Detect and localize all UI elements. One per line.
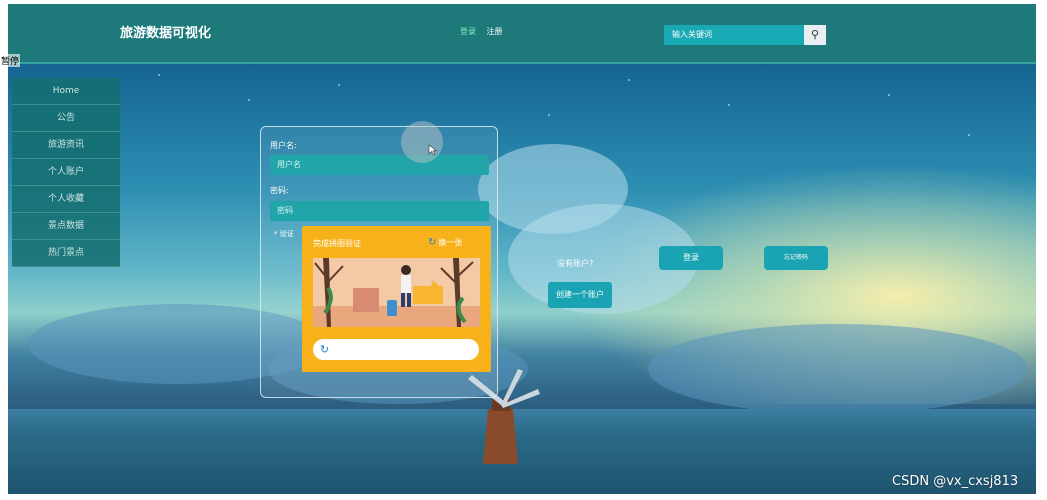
sidebar-item-hot-spots[interactable]: 热门景点 (12, 240, 120, 267)
pause-label: 暂停 (0, 54, 21, 67)
captcha-slider[interactable]: ↻ (313, 339, 479, 360)
cloud (648, 324, 1028, 414)
site-title: 旅游数据可视化 (120, 26, 212, 41)
cursor-highlight (401, 121, 443, 163)
auth-links: 登录 注册 (460, 26, 511, 37)
register-link[interactable]: 注册 (487, 27, 503, 36)
forgot-password-button[interactable]: 忘记密码 (764, 246, 828, 270)
password-label: 密码: (270, 186, 289, 195)
captcha-title: 完成拼图验证 (313, 239, 361, 248)
captcha-refresh-label: 换一张 (438, 238, 463, 247)
sidebar-item-travel-news[interactable]: 旅游资讯 (12, 132, 120, 159)
sidebar-item-home[interactable]: Home (12, 78, 120, 105)
captcha-popup: 完成拼图验证 ↻ 换一张 ↻ (302, 226, 491, 372)
password-input[interactable]: 密码 (270, 201, 489, 221)
sidebar-item-announcements[interactable]: 公告 (12, 105, 120, 132)
login-button[interactable]: 登录 (659, 246, 723, 270)
username-input[interactable]: 用户名 (270, 155, 489, 175)
slider-handle-icon[interactable]: ↻ (317, 342, 332, 357)
sidebar-item-favorites[interactable]: 个人收藏 (12, 186, 120, 213)
search-icon: ⚲ (810, 28, 820, 41)
refresh-icon: ↻ (428, 237, 437, 248)
sidebar-item-scenic-data[interactable]: 景点数据 (12, 213, 120, 240)
captcha-refresh-button[interactable]: ↻ 换一张 (428, 237, 462, 248)
sidebar-item-account[interactable]: 个人账户 (12, 159, 120, 186)
mouse-cursor-icon (428, 144, 438, 156)
crescent-moon-icon (232, 166, 242, 186)
page-frame (8, 4, 1036, 494)
top-header: 旅游数据可视化 登录 注册 输入关键词 ⚲ (8, 4, 1036, 64)
watermark: CSDN @vx_cxsj813 (892, 474, 1019, 489)
search-button[interactable]: ⚲ (804, 25, 826, 45)
puzzle-image (313, 258, 480, 327)
create-account-button[interactable]: 创建一个账户 (548, 282, 612, 308)
search-input[interactable]: 输入关键词 (664, 25, 804, 45)
no-account-text: 没有账户? (557, 259, 594, 268)
verify-label: * 验证 (274, 230, 294, 238)
sidebar-nav: Home 公告 旅游资讯 个人账户 个人收藏 景点数据 热门景点 (12, 78, 120, 267)
username-label: 用户名: (270, 141, 297, 150)
login-link[interactable]: 登录 (460, 27, 476, 36)
